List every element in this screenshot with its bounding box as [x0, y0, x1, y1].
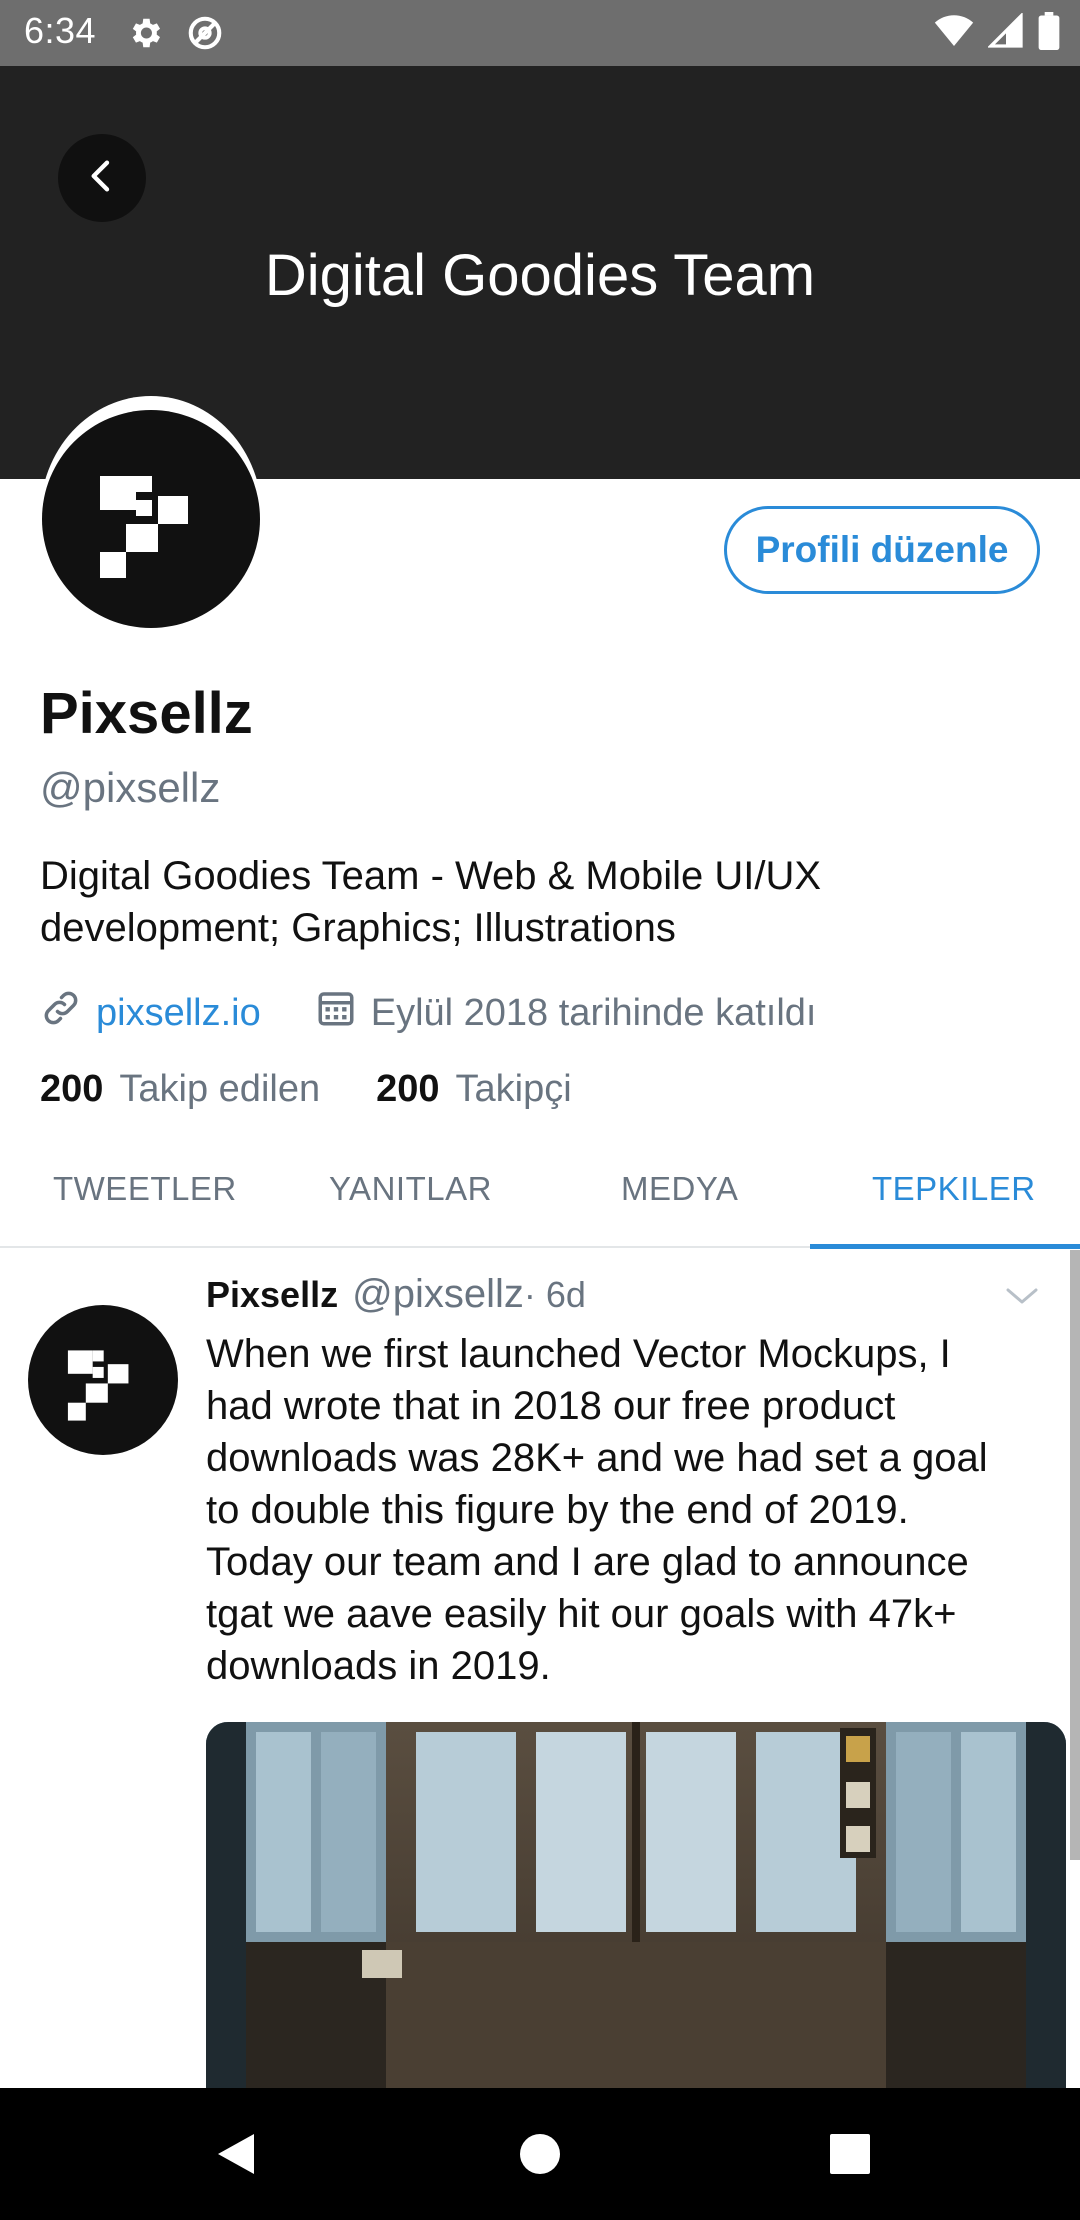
followers-stat[interactable]: 200 Takipçi [376, 1068, 572, 1111]
tweet-avatar[interactable] [28, 1305, 178, 1455]
tweet-author[interactable]: Pixsellz [206, 1274, 338, 1316]
following-label: Takip edilen [119, 1068, 321, 1110]
battery-icon [1038, 11, 1060, 55]
status-bar: 6:34 [0, 0, 1080, 66]
back-triangle-icon[interactable] [200, 2118, 272, 2190]
chevron-left-icon [82, 156, 122, 201]
tweet-text: When we first launched Vector Mockups, I… [206, 1332, 988, 1688]
status-time: 6:34 [24, 10, 97, 51]
pixsellz-logo-icon [100, 476, 188, 578]
chevron-down-icon[interactable] [1004, 1284, 1040, 1308]
tab-replies[interactable]: YANITLAR [329, 1170, 492, 1208]
scrollbar[interactable] [1070, 1250, 1080, 1860]
status-right-icons [934, 11, 1060, 55]
following-count: 200 [40, 1068, 104, 1110]
followers-count: 200 [376, 1068, 440, 1110]
avatar[interactable] [42, 410, 260, 628]
tweet-time: · 6d [523, 1274, 586, 1315]
tab-likes[interactable]: TEPKILER [872, 1170, 1036, 1208]
tweet-header: Pixsellz @pixsellz · 6d [206, 1272, 586, 1317]
tweet[interactable]: Pixsellz @pixsellz · 6d When we first la… [0, 1250, 1080, 2088]
calendar-icon [315, 987, 357, 1039]
gear-icon [126, 14, 164, 52]
active-tab-indicator [810, 1244, 1080, 1249]
header-title: Digital Goodies Team [264, 243, 816, 308]
edit-profile-button[interactable]: Profili düzenle [724, 506, 1040, 594]
pixsellz-logo-icon [67, 1350, 129, 1421]
profile-name: Pixsellz [40, 681, 253, 746]
tweet-handle: @pixsellz [352, 1272, 524, 1316]
tab-tweets[interactable]: TWEETLER [53, 1170, 237, 1208]
recents-square-icon[interactable] [814, 2118, 886, 2190]
link-icon [40, 987, 82, 1039]
home-circle-icon[interactable] [504, 2118, 576, 2190]
at-sign-icon [186, 14, 224, 52]
profile-bio: Digital Goodies Team - Web & Mobile UI/U… [40, 854, 822, 950]
profile-tabs: TWEETLER YANITLAR MEDYA TEPKILER [0, 1138, 1080, 1249]
back-button[interactable] [58, 134, 146, 222]
followers-label: Takipçi [455, 1068, 572, 1110]
follow-stats: 200 Takip edilen 200 Takipçi [40, 1068, 572, 1111]
wifi-icon [934, 13, 974, 54]
following-stat[interactable]: 200 Takip edilen [40, 1068, 320, 1111]
profile-meta: pixsellz.io Eylül 2018 tarihinde katıldı [40, 988, 816, 1038]
website-link[interactable]: pixsellz.io [96, 992, 261, 1035]
signal-icon [987, 11, 1024, 54]
joined-date: Eylül 2018 tarihinde katıldı [370, 991, 817, 1034]
tweet-image[interactable] [206, 1722, 1066, 2088]
tab-media[interactable]: MEDYA [621, 1170, 738, 1208]
profile-handle: @pixsellz [40, 764, 221, 811]
system-nav-bar [0, 2088, 1080, 2220]
